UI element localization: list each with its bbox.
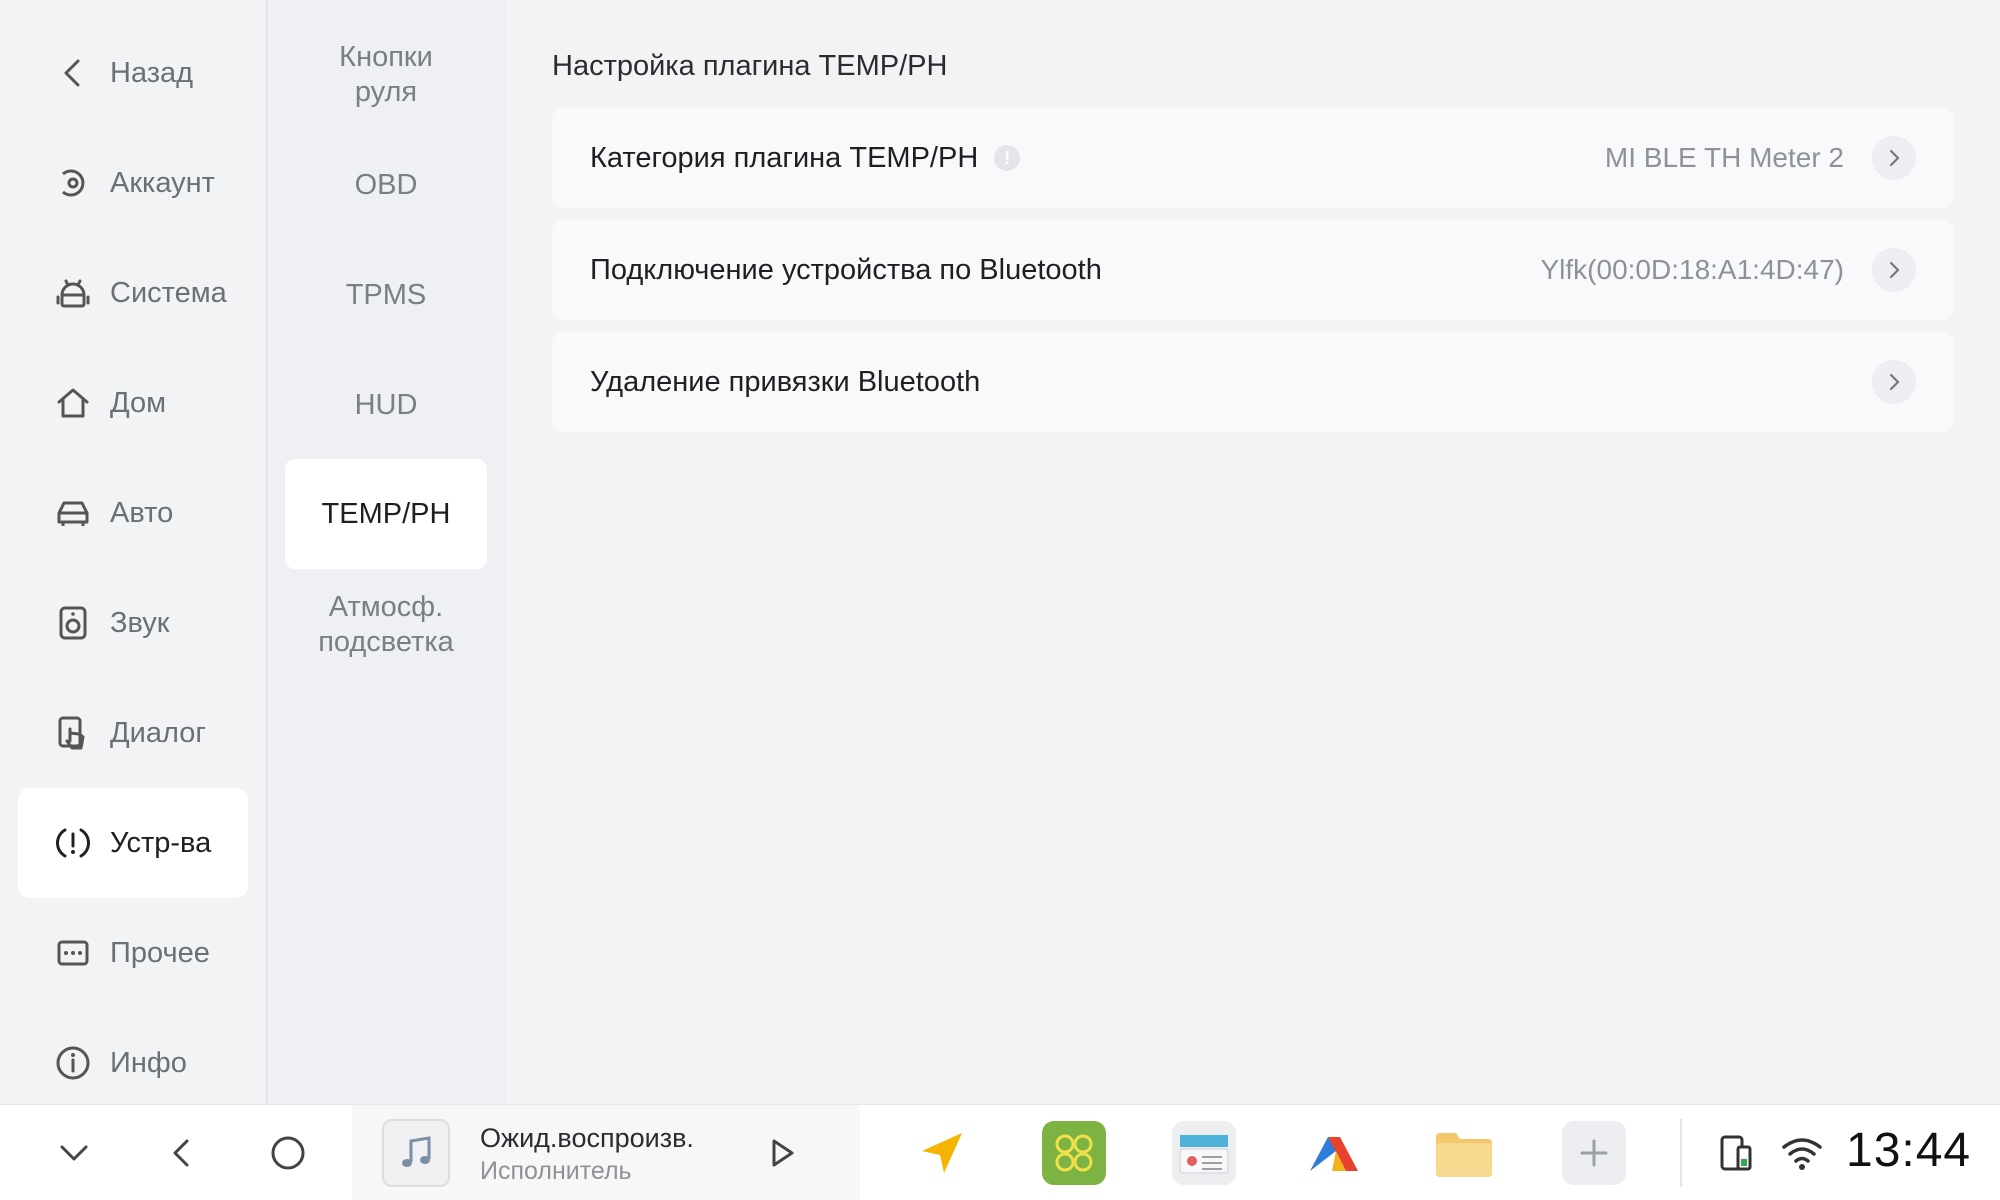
sidebar-item-dialog[interactable]: Диалог — [18, 678, 248, 788]
sidebar-item-account[interactable]: Аккаунт — [18, 128, 248, 238]
subnav-item-steering-buttons[interactable]: Кнопки руля — [285, 20, 487, 130]
sidebar-item-label: Назад — [110, 56, 194, 89]
sidebar-item-other[interactable]: Прочее — [18, 898, 248, 1008]
sidebar-item-system[interactable]: Система — [18, 238, 248, 348]
play-icon — [772, 1139, 794, 1167]
sidebar-item-back[interactable]: Назад — [18, 18, 248, 128]
speaker-icon — [54, 604, 92, 642]
car-icon — [54, 494, 92, 532]
sidebar-item-devices[interactable]: Устр-ва — [18, 788, 248, 898]
chevron-right-icon — [1872, 136, 1916, 180]
row-value: MI BLE TH Meter 2 — [1604, 142, 1844, 173]
sidebar-item-label: Аккаунт — [110, 166, 215, 199]
chevron-down-icon — [60, 1145, 88, 1161]
bluetooth-connection-row[interactable]: Подключение устройства по Bluetooth Ylfk… — [552, 220, 1954, 320]
collapse-button[interactable] — [44, 1123, 104, 1183]
music-note-icon[interactable] — [382, 1119, 450, 1187]
bluetooth-unbind-row[interactable]: Удаление привязки Bluetooth — [552, 332, 1954, 432]
subnav-item-obd[interactable]: OBD — [285, 130, 487, 240]
files-app-icon[interactable] — [1432, 1121, 1496, 1185]
dock-divider — [1680, 1119, 1682, 1187]
touch-icon — [54, 714, 92, 752]
row-label: Удаление привязки Bluetooth — [590, 365, 981, 398]
subnav-item-hud[interactable]: HUD — [285, 350, 487, 460]
play-button[interactable] — [752, 1123, 812, 1183]
info-badge-icon[interactable]: ! — [994, 145, 1021, 171]
add-app-icon[interactable] — [1562, 1121, 1626, 1185]
launcher-app-icon[interactable] — [1302, 1121, 1366, 1185]
sidebar-item-home[interactable]: Дом — [18, 348, 248, 458]
account-icon — [54, 164, 92, 202]
more-icon — [54, 934, 92, 972]
subnav-item-ambient-light[interactable]: Атмосф. подсветка — [285, 570, 487, 680]
subnav-item-temp-ph[interactable]: TEMP/PH — [285, 459, 487, 569]
subnav-item-tpms[interactable]: TPMS — [285, 240, 487, 350]
bottom-dock: Ожид.воспроизв. Исполнитель 13:44 — [0, 1104, 2000, 1200]
sidebar-item-label: Система — [110, 276, 227, 309]
row-value: Ylfk(00:0D:18:A1:4D:47) — [1540, 254, 1845, 285]
back-icon — [173, 1139, 189, 1167]
row-label: Подключение устройства по Bluetooth — [590, 253, 1102, 286]
track-title: Ожид.воспроизв. — [480, 1123, 694, 1153]
sidebar-item-label: Прочее — [110, 936, 210, 969]
chevron-right-icon — [1872, 360, 1916, 404]
subcategory-list: Кнопки руля OBD TPMS HUD TEMP/PH Атмосф.… — [270, 0, 506, 1104]
device-alert-icon — [54, 824, 92, 862]
main-sidebar: Назад Аккаунт Система Дом Авто Звук Диал… — [0, 0, 268, 1104]
android-icon — [54, 274, 92, 312]
sidebar-item-label: Авто — [110, 496, 174, 529]
row-label: Категория плагина TEMP/PH — [590, 141, 979, 174]
home-circle-icon — [271, 1136, 305, 1170]
home-icon — [54, 384, 92, 422]
sidebar-item-info[interactable]: Инфо — [18, 1008, 248, 1118]
sidebar-item-sound[interactable]: Звук — [18, 568, 248, 678]
back-button[interactable] — [152, 1123, 212, 1183]
phone-battery-icon — [1720, 1135, 1752, 1171]
home-button[interactable] — [258, 1123, 318, 1183]
sidebar-item-label: Устр-ва — [110, 826, 212, 859]
sidebar-item-label: Диалог — [110, 716, 206, 749]
settings-panel: Настройка плагина TEMP/PH Категория плаг… — [506, 0, 2000, 1104]
info-icon — [54, 1044, 92, 1082]
chevron-right-icon — [1872, 248, 1916, 292]
status-clock: 13:44 — [1846, 1124, 1972, 1177]
sidebar-item-label: Инфо — [110, 1046, 187, 1079]
sidebar-item-label: Дом — [110, 386, 167, 419]
page-title: Настройка плагина TEMP/PH — [552, 50, 948, 82]
apps-grid-icon[interactable] — [1042, 1121, 1106, 1185]
navigation-app-icon[interactable] — [910, 1121, 974, 1185]
back-chevron-icon — [54, 54, 92, 92]
sidebar-item-label: Звук — [110, 606, 170, 639]
wifi-icon — [1782, 1138, 1822, 1170]
plugin-category-row[interactable]: Категория плагина TEMP/PH ! MI BLE TH Me… — [552, 108, 1954, 208]
track-artist: Исполнитель — [480, 1157, 632, 1185]
radio-app-icon[interactable] — [1172, 1121, 1236, 1185]
sidebar-item-auto[interactable]: Авто — [18, 458, 248, 568]
